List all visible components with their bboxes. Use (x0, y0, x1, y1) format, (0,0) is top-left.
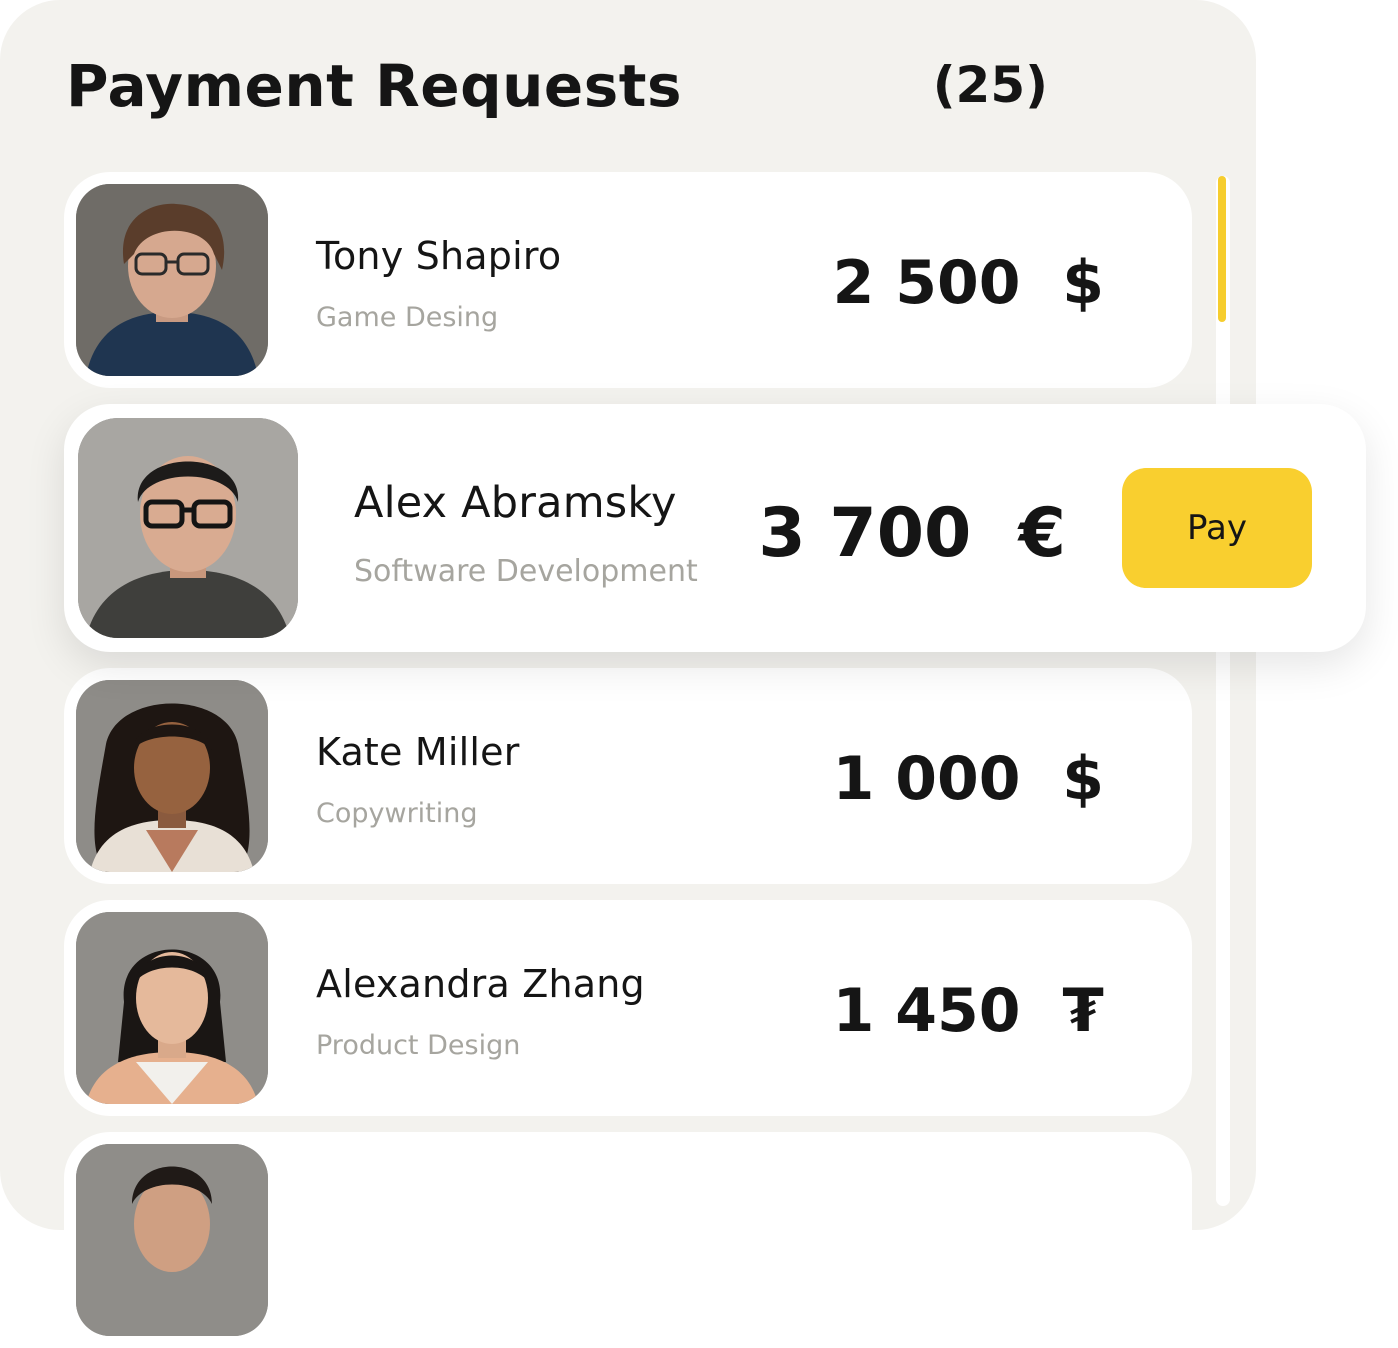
requester-role: Product Design (316, 1030, 521, 1061)
pay-button[interactable]: Pay (1122, 468, 1312, 588)
avatar (76, 680, 268, 872)
request-amount: 1 450 ₮ (832, 976, 1104, 1046)
request-amount: 3 700 € (758, 494, 1066, 573)
scrollbar-thumb[interactable] (1218, 176, 1226, 322)
request-card-selected[interactable]: Alex Abramsky Software Development 3 700… (64, 404, 1366, 652)
request-amount: 2 500 $ (832, 248, 1104, 318)
requester-name: Kate Miller (316, 730, 520, 774)
request-card[interactable]: Tony Shapiro Game Desing 2 500 $ (64, 172, 1192, 388)
request-card[interactable]: Kate Miller Copywriting 1 000 $ (64, 668, 1192, 884)
avatar (76, 1144, 268, 1336)
avatar (78, 418, 298, 638)
avatar-photo-man-glasses (76, 184, 268, 376)
requester-role: Software Development (354, 554, 698, 589)
request-amount: 1 000 $ (832, 744, 1104, 814)
request-count: (25) (932, 56, 1048, 114)
scrollbar[interactable] (1216, 176, 1230, 1206)
avatar-photo-woman-curly-hair (76, 680, 268, 872)
requester-role: Game Desing (316, 302, 499, 333)
avatar-photo-man-black-glasses (78, 418, 298, 638)
request-card[interactable] (64, 1132, 1192, 1348)
request-card[interactable]: Alexandra Zhang Product Design 1 450 ₮ (64, 900, 1192, 1116)
avatar (76, 912, 268, 1104)
panel-title: Payment Requests (66, 52, 683, 120)
requester-role: Copywriting (316, 798, 478, 829)
avatar-photo-man (76, 1144, 268, 1336)
avatar-photo-woman-dark-hair (76, 912, 268, 1104)
requester-name: Tony Shapiro (316, 234, 562, 278)
requester-name: Alexandra Zhang (316, 962, 645, 1006)
avatar (76, 184, 268, 376)
requester-name: Alex Abramsky (354, 478, 677, 528)
